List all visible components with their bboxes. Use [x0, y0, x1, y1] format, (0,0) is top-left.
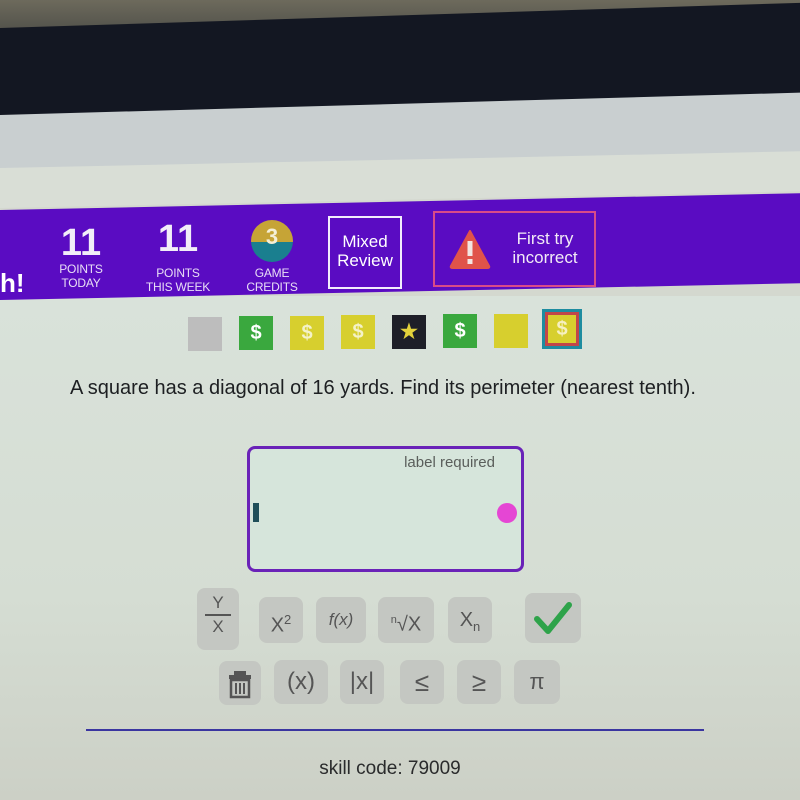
trash-button[interactable] [219, 661, 261, 705]
warning-icon [449, 230, 491, 269]
points-week-label-1: POINTS [156, 266, 200, 280]
submit-button[interactable] [525, 593, 581, 643]
progress-tile-3: $ [290, 316, 324, 350]
footer-divider [86, 729, 704, 731]
skill-code: skill code: 79009 [319, 758, 461, 779]
first-try-text: First try incorrect [507, 229, 583, 267]
trash-icon [229, 671, 251, 699]
points-today-value: 11 [60, 222, 102, 264]
subscript-key[interactable]: Xn [448, 597, 492, 643]
fraction-key[interactable]: Y X [197, 588, 239, 650]
progress-tile-6: $ [443, 314, 477, 348]
game-credits-badge[interactable]: 3 [251, 220, 293, 262]
progress-tile-7 [494, 314, 528, 348]
pink-indicator-dot [497, 503, 517, 523]
function-key[interactable]: f(x) [316, 597, 366, 643]
first-try-incorrect-notice: First try incorrect [433, 211, 596, 287]
mixed-review-label-2: Review [337, 251, 393, 270]
root-symbol: √X [396, 613, 422, 636]
nth-root-key[interactable]: n√X [378, 597, 434, 643]
subscript-base: X [459, 609, 474, 631]
parentheses-key[interactable]: (x) [274, 660, 328, 704]
points-week-value: 11 [157, 218, 199, 260]
points-week-label-2: THIS WEEK [145, 280, 211, 294]
less-equal-key[interactable]: ≤ [400, 660, 444, 704]
answer-input[interactable]: label required [247, 446, 524, 572]
progress-tile-5-star: ★ [392, 315, 426, 349]
square-exponent: 2 [284, 612, 292, 627]
brand-logo-fragment: h! [0, 268, 25, 298]
points-this-week: 11 POINTS THIS WEEK [140, 220, 216, 294]
first-try-line-1: First try [516, 229, 574, 248]
mixed-review-label-1: Mixed [342, 232, 388, 251]
game-credits[interactable]: 3 GAME CREDITS [238, 220, 306, 294]
text-cursor [253, 503, 259, 522]
question-text: A square has a diagonal of 16 yards. Fin… [70, 377, 696, 399]
fraction-denominator: X [212, 617, 224, 636]
first-try-line-2: incorrect [512, 248, 578, 267]
checkmark-icon [534, 602, 572, 634]
absolute-value-key[interactable]: |x| [340, 660, 384, 704]
mixed-review-button[interactable]: Mixed Review [328, 216, 402, 289]
fraction-numerator: Y [212, 593, 224, 612]
progress-tile-4: $ [341, 315, 375, 349]
game-credits-label-1: GAME [254, 266, 290, 280]
points-today-label-1: POINTS [59, 262, 103, 276]
progress-tile-2: $ [239, 316, 273, 350]
points-today: 11 POINTS TODAY [50, 224, 112, 290]
greater-equal-key[interactable]: ≥ [457, 660, 501, 704]
answer-hint-label: label required [404, 454, 495, 471]
progress-tile-current: $ [542, 309, 582, 349]
subscript-index: n [473, 619, 481, 634]
pi-key[interactable]: π [514, 660, 560, 704]
game-credits-label-2: CREDITS [246, 280, 298, 294]
square-key[interactable]: X2 [259, 597, 303, 643]
fraction-bar [205, 614, 231, 616]
points-today-label-2: TODAY [61, 276, 101, 290]
progress-tile-1 [188, 317, 222, 351]
square-base: X [270, 614, 285, 637]
